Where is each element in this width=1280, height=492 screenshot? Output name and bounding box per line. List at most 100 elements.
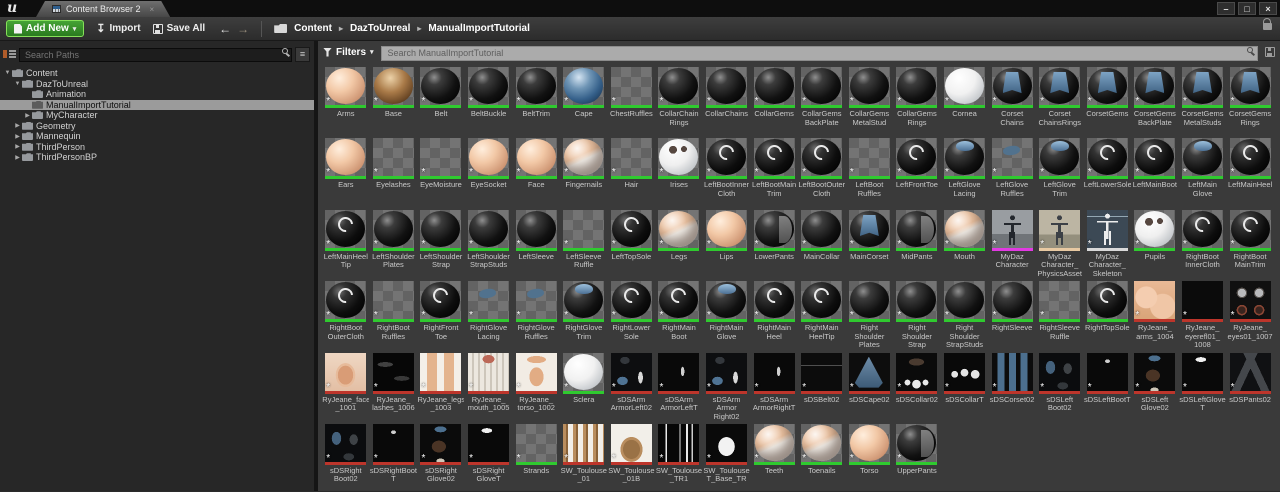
- asset-tile-upperpants[interactable]: * UpperPants: [893, 422, 941, 491]
- asset-tile-mydaz-character-physicsasset[interactable]: * MyDaz Character_ PhysicsAsset: [1036, 208, 1084, 279]
- asset-tile-sdsleft-boot02[interactable]: * sDSLeft Boot02: [1036, 351, 1084, 422]
- search-assets-input[interactable]: [380, 45, 1258, 61]
- asset-tile-right-shoulder-strapstuds[interactable]: * Right Shoulder StrapStuds: [941, 279, 989, 350]
- asset-tile-ryjeane-arms-1004[interactable]: * RyJeane_ arms_1004: [1131, 279, 1179, 350]
- asset-tile-rightboot-outercloth[interactable]: * RightBoot OuterCloth: [322, 279, 370, 350]
- asset-tile-leftsleeve-ruffle[interactable]: * LeftSleeve Ruffle: [560, 208, 608, 279]
- asset-tile-mouth[interactable]: * Mouth: [941, 208, 989, 279]
- asset-tile-rightsleeve-ruffle[interactable]: * RightSleeve Ruffle: [1036, 279, 1084, 350]
- asset-tile-rightlower-sole[interactable]: * RightLower Sole: [608, 279, 656, 350]
- asset-tile-eyemoisture[interactable]: * EyeMoisture: [417, 136, 465, 207]
- asset-tile-leftlowersole[interactable]: * LeftLowerSole: [1084, 136, 1132, 207]
- asset-tile-corsetgems-rings[interactable]: * CorsetGems Rings: [1226, 65, 1274, 136]
- asset-tile-corsetgems[interactable]: * CorsetGems: [1084, 65, 1132, 136]
- asset-tile-base[interactable]: * Base: [370, 65, 418, 136]
- view-options-icon[interactable]: ≡: [295, 46, 310, 62]
- asset-tile-cape[interactable]: * Cape: [560, 65, 608, 136]
- asset-tile-leftbootinner-cloth[interactable]: * LeftBootInner Cloth: [703, 136, 751, 207]
- breadcrumb-daztounreal[interactable]: DazToUnreal: [350, 23, 410, 34]
- asset-tile-face[interactable]: * Face: [512, 136, 560, 207]
- asset-tile-leftglove-ruffles[interactable]: * LeftGlove Ruffles: [988, 136, 1036, 207]
- save-search-icon[interactable]: [1265, 47, 1275, 57]
- chevron-collapsed-icon[interactable]: ▶: [13, 154, 22, 161]
- asset-tile-sw-toulouse-tr1[interactable]: * SW_Toulouse _TR1: [655, 422, 703, 491]
- asset-tile-lips[interactable]: * Lips: [703, 208, 751, 279]
- asset-tile-chestruffles[interactable]: * ChestRuffles: [608, 65, 656, 136]
- breadcrumb-content[interactable]: Content: [294, 23, 332, 34]
- asset-tile-collargems[interactable]: * CollarGems: [750, 65, 798, 136]
- breadcrumb-manualimporttutorial[interactable]: ManualImportTutorial: [428, 23, 529, 34]
- sources-toggle-icon[interactable]: [3, 48, 16, 60]
- asset-tile-rightglove-lacing[interactable]: * RightGlove Lacing: [465, 279, 513, 350]
- asset-tile-right-shoulder-plates[interactable]: * Right Shoulder Plates: [846, 279, 894, 350]
- asset-tile-sdsarm-armorleft02[interactable]: * sDSArm ArmorLeft02: [608, 351, 656, 422]
- sidebar-item-content[interactable]: ▼ Content: [0, 68, 314, 79]
- asset-tile-ryjeane-lashes-1006[interactable]: * RyJeane_ lashes_1006: [370, 351, 418, 422]
- sidebar-item-manualimporttutorial[interactable]: ManualImportTutorial: [0, 99, 314, 110]
- asset-tile-maincorset[interactable]: * MainCorset: [846, 208, 894, 279]
- asset-tile-irises[interactable]: * Irises: [655, 136, 703, 207]
- asset-tile-sdsrightboot-t[interactable]: * sDSRightBoot T: [370, 422, 418, 491]
- asset-tile-collarchains[interactable]: * CollarChains: [703, 65, 751, 136]
- asset-tile-rightboot-ruffles[interactable]: * RightBoot Ruffles: [370, 279, 418, 350]
- asset-tile-rightfront-toe[interactable]: * RightFront Toe: [417, 279, 465, 350]
- sidebar-item-animation[interactable]: Animation: [0, 89, 314, 100]
- maximize-button[interactable]: □: [1238, 2, 1256, 15]
- asset-tile-sdsright-glove02[interactable]: * sDSRight Glove02: [417, 422, 465, 491]
- sidebar-item-thirdpersonbp[interactable]: ▶ ThirdPersonBP: [0, 152, 314, 163]
- minimize-button[interactable]: –: [1217, 2, 1235, 15]
- asset-tile-collargems-backplate[interactable]: * CollarGems BackPlate: [798, 65, 846, 136]
- asset-tile-strands[interactable]: * Strands: [512, 422, 560, 491]
- sidebar-item-thirdperson[interactable]: ▶ ThirdPerson: [0, 142, 314, 153]
- filters-button[interactable]: Filters ▾: [323, 47, 374, 58]
- asset-tile-rightglove-ruffles[interactable]: * RightGlove Ruffles: [512, 279, 560, 350]
- asset-tile-sclera[interactable]: * Sclera: [560, 351, 608, 422]
- asset-tile-lefttopsole[interactable]: * LeftTopSole: [608, 208, 656, 279]
- asset-tile-ears[interactable]: * Ears: [322, 136, 370, 207]
- asset-tile-sdscollart[interactable]: * sDSCollarT: [941, 351, 989, 422]
- asset-tile-leftglove-trim[interactable]: * LeftGlove Trim: [1036, 136, 1084, 207]
- asset-tile-pupils[interactable]: * Pupils: [1131, 208, 1179, 279]
- forward-button[interactable]: →: [237, 22, 249, 36]
- chevron-expanded-icon[interactable]: ▼: [13, 81, 22, 87]
- asset-tile-cornea[interactable]: * Cornea: [941, 65, 989, 136]
- asset-tile-eyesocket[interactable]: * EyeSocket: [465, 136, 513, 207]
- tab-content-browser-2[interactable]: Content Browser 2 ×: [36, 1, 170, 17]
- asset-tile-leftmain-glove[interactable]: * LeftMain Glove: [1179, 136, 1227, 207]
- asset-tile-leftbootmain-trim[interactable]: * LeftBootMain Trim: [750, 136, 798, 207]
- asset-tile-ryjeane-mouth-1005[interactable]: * RyJeane_ mouth_1005: [465, 351, 513, 422]
- asset-tile-mydaz-character-skeleton[interactable]: * MyDaz Character_ Skeleton: [1084, 208, 1132, 279]
- asset-tile-sw-toulouse-01b[interactable]: * SW_Toulouse _01B: [608, 422, 656, 491]
- asset-tile-leftshoulder-strapstuds[interactable]: * LeftShoulder StrapStuds: [465, 208, 513, 279]
- asset-tile-fingernails[interactable]: * Fingernails: [560, 136, 608, 207]
- asset-tile-midpants[interactable]: * MidPants: [893, 208, 941, 279]
- chevron-collapsed-icon[interactable]: ▶: [23, 112, 32, 119]
- asset-tile-maincollar[interactable]: * MainCollar: [798, 208, 846, 279]
- chevron-collapsed-icon[interactable]: ▶: [13, 122, 22, 129]
- back-button[interactable]: ←: [219, 22, 231, 36]
- asset-tile-rightmain-heel[interactable]: * RightMain Heel: [750, 279, 798, 350]
- chevron-collapsed-icon[interactable]: ▶: [13, 133, 22, 140]
- asset-tile-rightboot-maintrim[interactable]: * RightBoot MainTrim: [1226, 208, 1274, 279]
- asset-tile-corsetgems-backplate[interactable]: * CorsetGems BackPlate: [1131, 65, 1179, 136]
- add-new-button[interactable]: Add New ▾: [6, 20, 85, 37]
- asset-tile-ryjeane-eyes01-1007[interactable]: * RyJeane_ eyes01_1007: [1226, 279, 1274, 350]
- asset-tile-sw-toulouse-01[interactable]: * SW_Toulouse _01: [560, 422, 608, 491]
- asset-tile-sdsbelt02[interactable]: * sDSBelt02: [798, 351, 846, 422]
- import-button[interactable]: ↧ Import: [96, 23, 140, 34]
- asset-tile-rightmain-glove[interactable]: * RightMain Glove: [703, 279, 751, 350]
- asset-tile-mydaz-character[interactable]: * MyDaz Character: [988, 208, 1036, 279]
- asset-tile-belttrim[interactable]: * BeltTrim: [512, 65, 560, 136]
- asset-tile-eyelashes[interactable]: * Eyelashes: [370, 136, 418, 207]
- asset-tile-arms[interactable]: * Arms: [322, 65, 370, 136]
- asset-tile-leftmainheel[interactable]: * LeftMainHeel: [1226, 136, 1274, 207]
- asset-tile-righttopsole[interactable]: * RightTopSole: [1084, 279, 1132, 350]
- asset-tile-leftshoulder-strap[interactable]: * LeftShoulder Strap: [417, 208, 465, 279]
- asset-tile-rightmain-boot[interactable]: * RightMain Boot: [655, 279, 703, 350]
- asset-tile-corsetgems-metalstuds[interactable]: * CorsetGems MetalStuds: [1179, 65, 1227, 136]
- asset-tile-hair[interactable]: * Hair: [608, 136, 656, 207]
- close-button[interactable]: ×: [1259, 2, 1277, 15]
- asset-tile-sdsleftboott[interactable]: * sDSLeftBootT: [1084, 351, 1132, 422]
- asset-tile-lowerpants[interactable]: * LowerPants: [750, 208, 798, 279]
- asset-tile-sdsright-boot02[interactable]: * sDSRight Boot02: [322, 422, 370, 491]
